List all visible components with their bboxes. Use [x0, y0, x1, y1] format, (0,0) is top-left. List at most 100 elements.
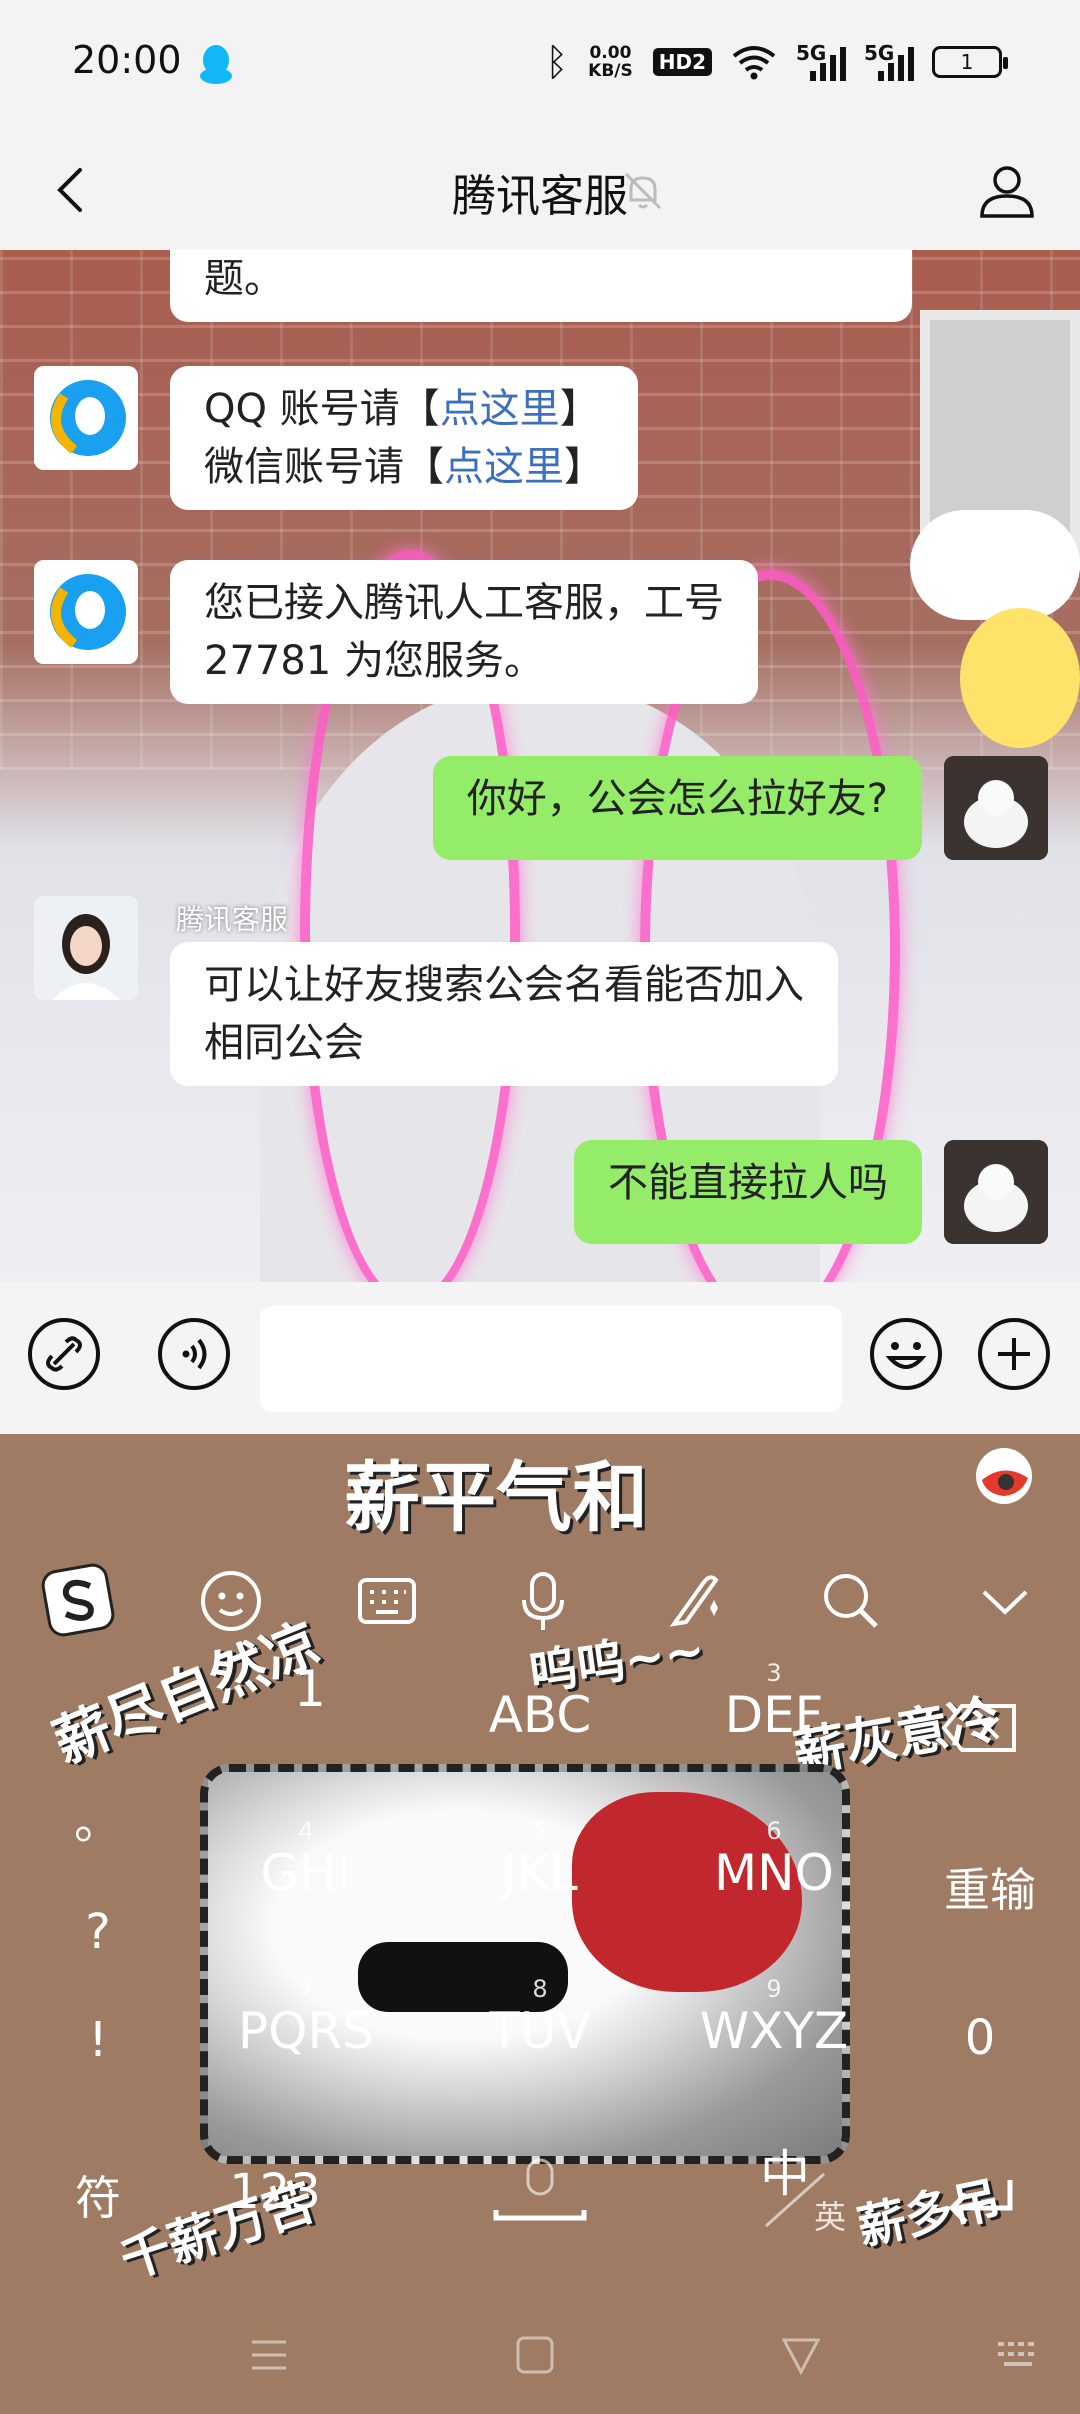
numbers-key[interactable]: 123 [200, 2164, 350, 2220]
speed-unit: KB/S [588, 61, 633, 81]
message-text: 】 [564, 444, 604, 490]
sogou-logo-icon[interactable] [40, 1562, 116, 1638]
key-number: 2 [532, 1659, 548, 1687]
status-bar: 20:00 ᛒ 0.00 KB/S HD2 5G 5G 1 [0, 0, 1080, 130]
message-bubble[interactable]: 您已接入腾讯人工客服，工号 27781 为您服务。 [170, 560, 758, 704]
space-key-icon[interactable] [490, 2146, 590, 2246]
message-text: 您已接入腾讯人工客服，工号 [204, 580, 724, 626]
key-label: PQRS [238, 2002, 374, 2060]
user-avatar[interactable] [944, 1140, 1048, 1244]
keyboard-hide-icon[interactable] [994, 2330, 1044, 2380]
agent-avatar[interactable] [34, 896, 138, 1000]
search-icon[interactable] [818, 1568, 884, 1634]
user-avatar[interactable] [944, 756, 1048, 860]
qq-penguin-icon [200, 45, 232, 84]
service-bot-avatar[interactable] [34, 560, 138, 664]
enter-key-icon[interactable] [944, 2174, 1016, 2230]
status-right-group: ᛒ 0.00 KB/S HD2 5G 5G 1 [545, 40, 1008, 84]
key-5[interactable]: 5 JKL [450, 1818, 630, 1902]
service-bot-avatar[interactable] [34, 366, 138, 470]
ime-keyboard: 薪平气和 薪尽自然凉 呜呜~~ 薪灰意冷 千薪万苦 薪多吊 , 。 ? ! 1 … [0, 1434, 1080, 2414]
key-9[interactable]: 9 WXYZ [684, 1976, 864, 2060]
key-number: 8 [532, 1975, 548, 2003]
key-6[interactable]: 6 MNO [684, 1818, 864, 1902]
voice-icon[interactable] [156, 1316, 232, 1392]
back-triangle-icon[interactable] [776, 2330, 826, 2380]
key-4[interactable]: 4 GHI [216, 1818, 396, 1902]
signal-5g-2: 5G [864, 41, 914, 81]
service-logo-icon [34, 366, 138, 470]
emoji-icon[interactable] [868, 1316, 944, 1392]
message-row: 您已接入腾讯人工客服，工号 27781 为您服务。 [34, 560, 758, 704]
reinput-key[interactable]: 重输 [930, 1854, 1050, 1920]
message-row: 可以让好友搜索公会名看能否加入 相同公会 [34, 896, 838, 1086]
smiley-balloon-sticker [960, 608, 1080, 748]
emoji-icon[interactable] [198, 1568, 264, 1634]
keyboard-icon[interactable] [354, 1568, 420, 1634]
key-label: WXYZ [699, 2002, 849, 2060]
key-number: 5 [532, 1817, 548, 1845]
symbols-key[interactable]: 符 [58, 2162, 138, 2228]
plus-icon[interactable] [976, 1316, 1052, 1392]
message-bubble[interactable]: 可以让好友搜索公会名看能否加入 相同公会 [170, 942, 838, 1086]
lang-english: 英 [814, 2198, 847, 2236]
qq-account-link[interactable]: 点这里 [440, 386, 560, 432]
message-row: QQ 账号请【点这里】 微信账号请【点这里】 [34, 366, 638, 510]
key-label: ABC [488, 1686, 592, 1744]
message-bubble[interactable]: 题。 [170, 250, 912, 322]
key-8[interactable]: 8 TUV [450, 1976, 630, 2060]
message-bubble[interactable]: QQ 账号请【点这里】 微信账号请【点这里】 [170, 366, 638, 510]
key-1[interactable]: 1 [220, 1660, 400, 1718]
speed-value: 0.00 [589, 43, 632, 63]
keyboard-toolbar [0, 1534, 1080, 1654]
message-text: 相同公会 [204, 1020, 364, 1066]
link-icon[interactable] [26, 1316, 102, 1392]
punct-key-question[interactable]: ? [58, 1904, 138, 1960]
key-2[interactable]: 2 ABC [450, 1660, 630, 1744]
bluetooth-icon: ᛒ [545, 40, 569, 84]
key-label: 1 [294, 1660, 326, 1718]
key-label: GHI [260, 1844, 352, 1902]
chat-title: 腾讯客服 [452, 171, 628, 222]
message-input[interactable] [260, 1306, 842, 1412]
system-navigation-bar [0, 2294, 1080, 2414]
key-0[interactable]: 0 [940, 2010, 1020, 2066]
message-row: 题。 [170, 250, 912, 322]
input-bar [0, 1282, 1080, 1434]
status-time: 20:00 [72, 38, 182, 82]
punct-key-period[interactable]: 。 [58, 1782, 138, 1852]
punct-key-comma[interactable]: , [58, 1674, 138, 1730]
key-7[interactable]: 7 PQRS [216, 1976, 396, 2060]
hd-voice-badge: HD2 [652, 48, 712, 76]
key-number: 4 [298, 1817, 314, 1845]
key-3[interactable]: 3 DEF [684, 1660, 864, 1744]
dog-photo-icon [944, 1140, 1048, 1244]
key-label: JKL [502, 1844, 578, 1902]
home-square-icon[interactable] [510, 2330, 560, 2380]
profile-icon[interactable] [974, 158, 1040, 224]
service-logo-icon [34, 560, 138, 664]
menu-icon[interactable] [244, 2330, 294, 2380]
chat-header: 腾讯客服 [0, 130, 1080, 250]
signal-5g-1: 5G [796, 41, 846, 81]
key-label: DEF [724, 1686, 824, 1744]
key-label: MNO [714, 1844, 834, 1902]
key-label: TUV [489, 2002, 591, 2060]
lang-toggle-key[interactable]: 中 英 [740, 2134, 860, 2244]
key-number: 6 [766, 1817, 782, 1845]
chat-area[interactable]: 题。 QQ 账号请【点这里】 微信账号请【点这里】 您已接入腾讯人工客服，工号 … [0, 250, 1080, 1282]
chevron-down-icon[interactable] [972, 1568, 1038, 1634]
message-text: QQ 账号请【 [204, 386, 440, 432]
message-row: 不能直接拉人吗 [574, 1140, 1048, 1244]
mascot-icon[interactable] [972, 1444, 1036, 1508]
message-text: 可以让好友搜索公会名看能否加入 [204, 962, 804, 1008]
message-bubble[interactable]: 不能直接拉人吗 [574, 1140, 922, 1244]
punct-key-exclamation[interactable]: ! [58, 2012, 138, 2068]
handwriting-icon[interactable] [664, 1568, 730, 1634]
backspace-icon[interactable] [940, 1702, 1020, 1754]
key-number: 9 [766, 1975, 782, 2003]
microphone-icon[interactable] [510, 1568, 576, 1634]
mute-bell-icon[interactable] [620, 168, 666, 214]
wechat-account-link[interactable]: 点这里 [444, 444, 564, 490]
message-bubble[interactable]: 你好，公会怎么拉好友? [432, 756, 922, 860]
